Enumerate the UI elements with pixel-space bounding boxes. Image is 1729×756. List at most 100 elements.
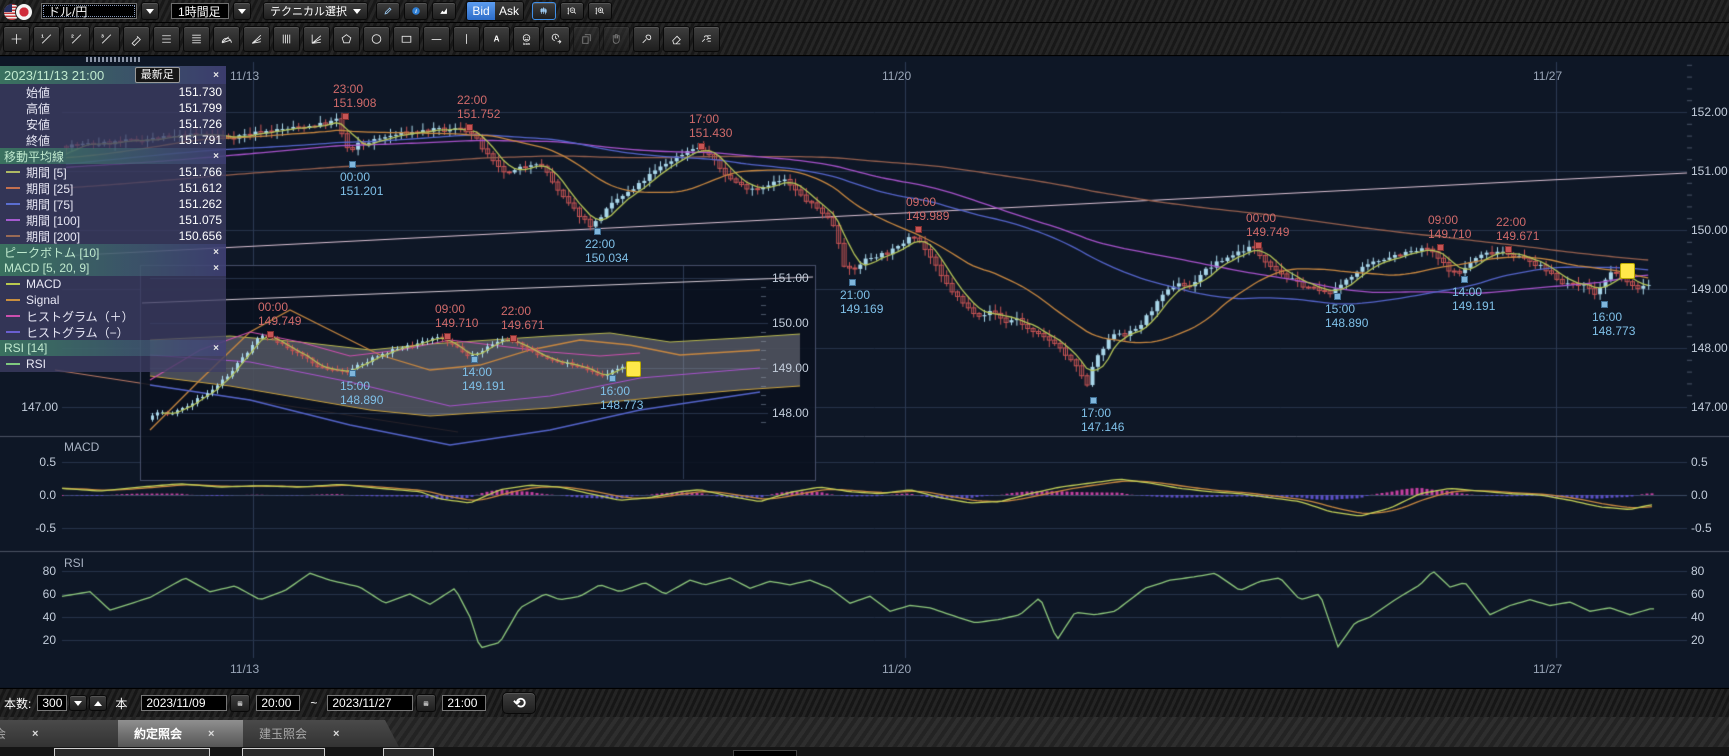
series-color-swatch [6,235,20,237]
close-icon[interactable]: × [208,728,214,740]
vlines-button[interactable] [273,26,300,52]
peak-annotation: 17:00151.430 [689,112,732,140]
close-icon[interactable]: × [210,151,222,162]
bottom-annotation: 16:00148.773 [1592,310,1635,338]
calendar-icon [237,697,243,710]
pencil-button[interactable] [376,2,400,20]
rsi-axis-label-left: 20 [6,633,56,647]
pitchfork-button[interactable] [303,26,330,52]
trendline-1-button[interactable]: 1 [33,26,60,52]
horizontal-line-icon [430,30,443,48]
rsi-axis-label-right: 20 [1691,633,1704,647]
wrench-list-button[interactable] [693,26,720,52]
close-icon[interactable]: × [210,343,222,354]
ma-section-header: 移動平均線 × [0,148,226,164]
date-from-input[interactable]: 2023/11/09 [141,695,227,711]
row-value: 151.791 [179,133,222,147]
pentagon-icon [340,30,353,48]
svg-text:A: A [494,35,500,44]
fan-lines-button[interactable] [243,26,270,52]
annotation-time: 23:00 [333,82,363,96]
gauge-arc-icon [220,30,233,48]
peak-marker [342,113,349,120]
icon-stamp-button[interactable]: icon [513,26,540,52]
ask-button[interactable]: Ask [495,2,523,20]
pair-select[interactable]: ドル/円 [41,3,137,19]
ma-row: 期間 [25]151.612 [0,180,226,196]
bottom-marker [471,356,478,363]
pitchfork-icon [310,30,323,48]
time-to-input[interactable]: 21:00 [442,695,486,711]
calendar-to-button[interactable] [416,694,436,712]
crosshair-button[interactable] [3,26,30,52]
annotation-time: 14:00 [462,365,492,379]
bid-button[interactable]: Bid [467,2,495,20]
tab-label: 注文照会 [0,725,6,742]
panel-drag-handle[interactable] [86,57,140,62]
chart-canvas[interactable] [0,0,1729,756]
count-decrease-button[interactable] [69,695,87,711]
peak-marker [1255,242,1262,249]
zoom-out-button[interactable] [560,2,584,20]
crosshair-icon [10,30,23,48]
close-icon[interactable]: × [210,247,222,258]
inset-current-price-marker [626,361,641,377]
pentagon-button[interactable] [333,26,360,52]
timeframe-select[interactable]: 1時間足 [171,3,229,19]
time-from-input[interactable]: 20:00 [256,695,300,711]
info-button[interactable]: i [404,2,428,20]
trendline-3-button[interactable]: 3 [93,26,120,52]
trendline-2-button[interactable]: 2 [63,26,90,52]
time-shift-button[interactable] [543,26,570,52]
close-icon[interactable]: × [32,728,38,740]
macd-section-header: MACD [5, 20, 9] × [0,260,226,276]
peak-annotation: 09:00149.710 [1428,213,1471,241]
timeframe-dropdown-arrow[interactable] [233,2,251,20]
vertical-line-button[interactable] [453,26,480,52]
area-chart-button[interactable] [432,2,456,20]
rectangle-button[interactable] [393,26,420,52]
gauge-arc-button[interactable] [213,26,240,52]
pair-dropdown-arrow[interactable] [141,2,159,20]
svg-text:2: 2 [71,33,74,39]
currency-flags [3,2,37,20]
horizontal-line-button[interactable] [423,26,450,52]
row-label: 始値 [26,84,50,101]
technical-select-button[interactable]: テクニカル選択 [263,2,368,20]
eraser-button[interactable] [663,26,690,52]
tab-position-inquiry[interactable]: 建玉照会 × [243,720,399,747]
hlines-3-button[interactable] [153,26,180,52]
close-icon[interactable]: × [210,70,222,81]
technical-dropdown-arrow [353,9,361,14]
text-button[interactable]: A [483,26,510,52]
zoom-in-button[interactable] [588,2,612,20]
close-icon[interactable]: × [210,263,222,274]
marker-pen-button[interactable] [123,26,150,52]
series-color-swatch [6,203,20,205]
wrench-button[interactable] [633,26,660,52]
bar-count-input[interactable]: 300 [37,695,67,711]
ma-row: 期間 [5]151.766 [0,164,226,180]
count-increase-button[interactable] [89,695,107,711]
date-to-input[interactable]: 2023/11/27 [327,695,413,711]
latest-candle-button[interactable]: 最新足 [135,67,180,83]
annotation-price: 151.201 [340,184,383,198]
bottom-marker [1090,397,1097,404]
hand-button[interactable] [603,26,630,52]
annotation-time: 22:00 [1496,215,1526,229]
reset-range-button[interactable]: ⟲ [502,692,536,714]
series-color-swatch [6,331,20,333]
hlines-4-button[interactable] [183,26,210,52]
rsi-axis-label-right: 80 [1691,564,1704,578]
copy-button[interactable] [573,26,600,52]
row-label: 期間 [75] [26,196,73,213]
close-icon[interactable]: × [333,728,339,740]
series-color-swatch [6,283,20,285]
copy-icon [580,30,593,48]
calendar-from-button[interactable] [230,694,250,712]
macd-row: ヒストグラム（＋） [0,308,226,324]
candle-chart-type-button[interactable] [532,2,556,20]
annotation-time: 16:00 [600,384,630,398]
annotation-price: 148.890 [1325,316,1368,330]
circle-button[interactable] [363,26,390,52]
